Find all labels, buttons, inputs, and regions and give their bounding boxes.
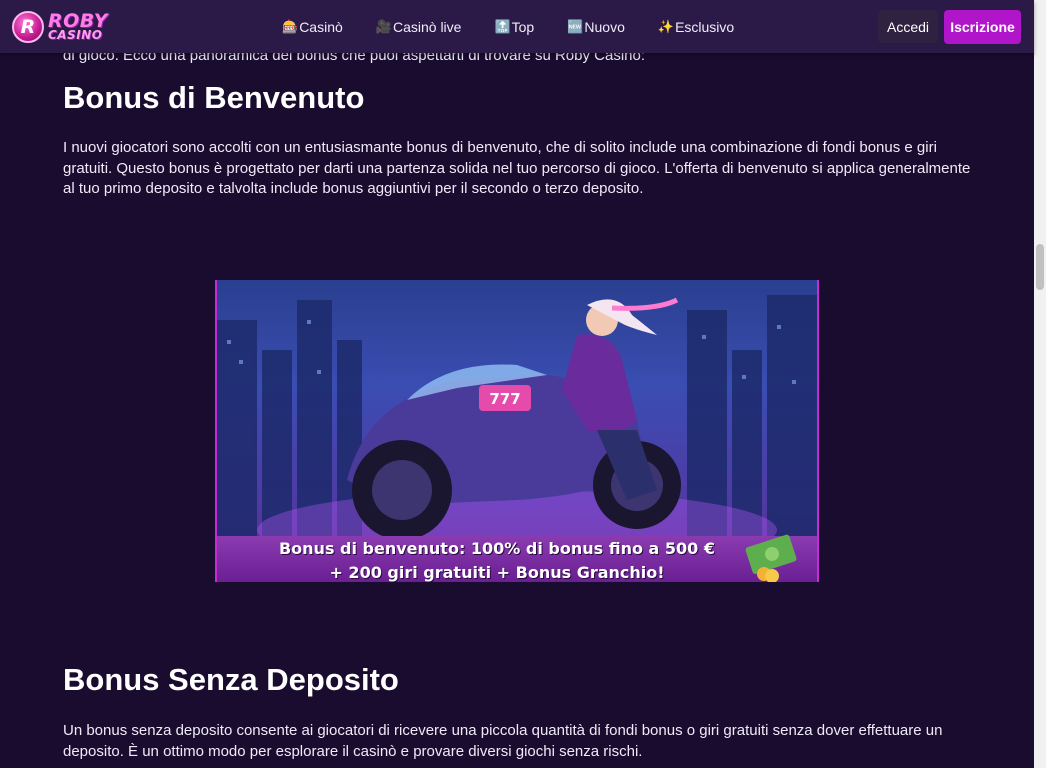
login-button[interactable]: Accedi [878,10,938,43]
signup-button[interactable]: Iscrizione [944,10,1021,44]
nav-item-casino-live[interactable]: 🎥 Casinò live [376,19,462,35]
nav-item-label: Esclusivo [675,18,735,35]
roby-casino-logo[interactable]: R ROBY CASINO [12,10,116,44]
no-deposit-bonus-heading: Bonus Senza Deposito [63,662,399,697]
site-header: R ROBY CASINO 🎰 Casinò 🎥 Casinò live 🔝 T… [0,0,1034,53]
banner-caption-line1: Bonus di benvenuto: 100% di bonus fino a… [278,539,716,558]
page-scrollbar[interactable] [1034,0,1046,768]
top-arrow-icon: 🔝 [494,18,511,34]
slot-machine-icon: 🎰 [282,18,299,34]
banner-plate-text: 777 [489,390,520,408]
nav-item-top[interactable]: 🔝 Top [494,19,534,35]
movie-camera-icon: 🎥 [375,18,392,34]
banner-caption-line2: + 200 giri gratuiti + Bonus Granchio! [329,563,665,582]
main-nav: 🎰 Casinò 🎥 Casinò live 🔝 Top 🆕 Nuovo ✨ E… [282,0,767,53]
logo-name-bottom: CASINO [48,28,103,43]
nav-item-label: Casinò [299,18,343,35]
nav-item-esclusivo[interactable]: ✨ Esclusivo [658,19,734,35]
welcome-bonus-text: I nuovi giocatori sono accolti con un en… [63,139,971,197]
cash-icon [745,534,797,582]
no-deposit-bonus-text: Un bonus senza deposito consente ai gioc… [63,722,943,760]
nav-item-casino[interactable]: 🎰 Casinò [282,19,343,35]
nav-item-label: Nuovo [584,18,625,35]
sparkles-icon: ✨ [657,18,675,34]
scrollbar-thumb[interactable] [1036,244,1044,290]
nav-item-label: Top [511,18,535,35]
welcome-bonus-heading: Bonus di Benvenuto [63,80,365,115]
logo-badge-icon: R [12,11,44,43]
nav-item-nuovo[interactable]: 🆕 Nuovo [567,19,625,35]
welcome-bonus-banner: 777 Bonus di benvenuto: 100% di bonus fi… [215,280,819,582]
nav-item-label: Casinò live [392,18,462,35]
new-badge-icon: 🆕 [567,18,584,34]
